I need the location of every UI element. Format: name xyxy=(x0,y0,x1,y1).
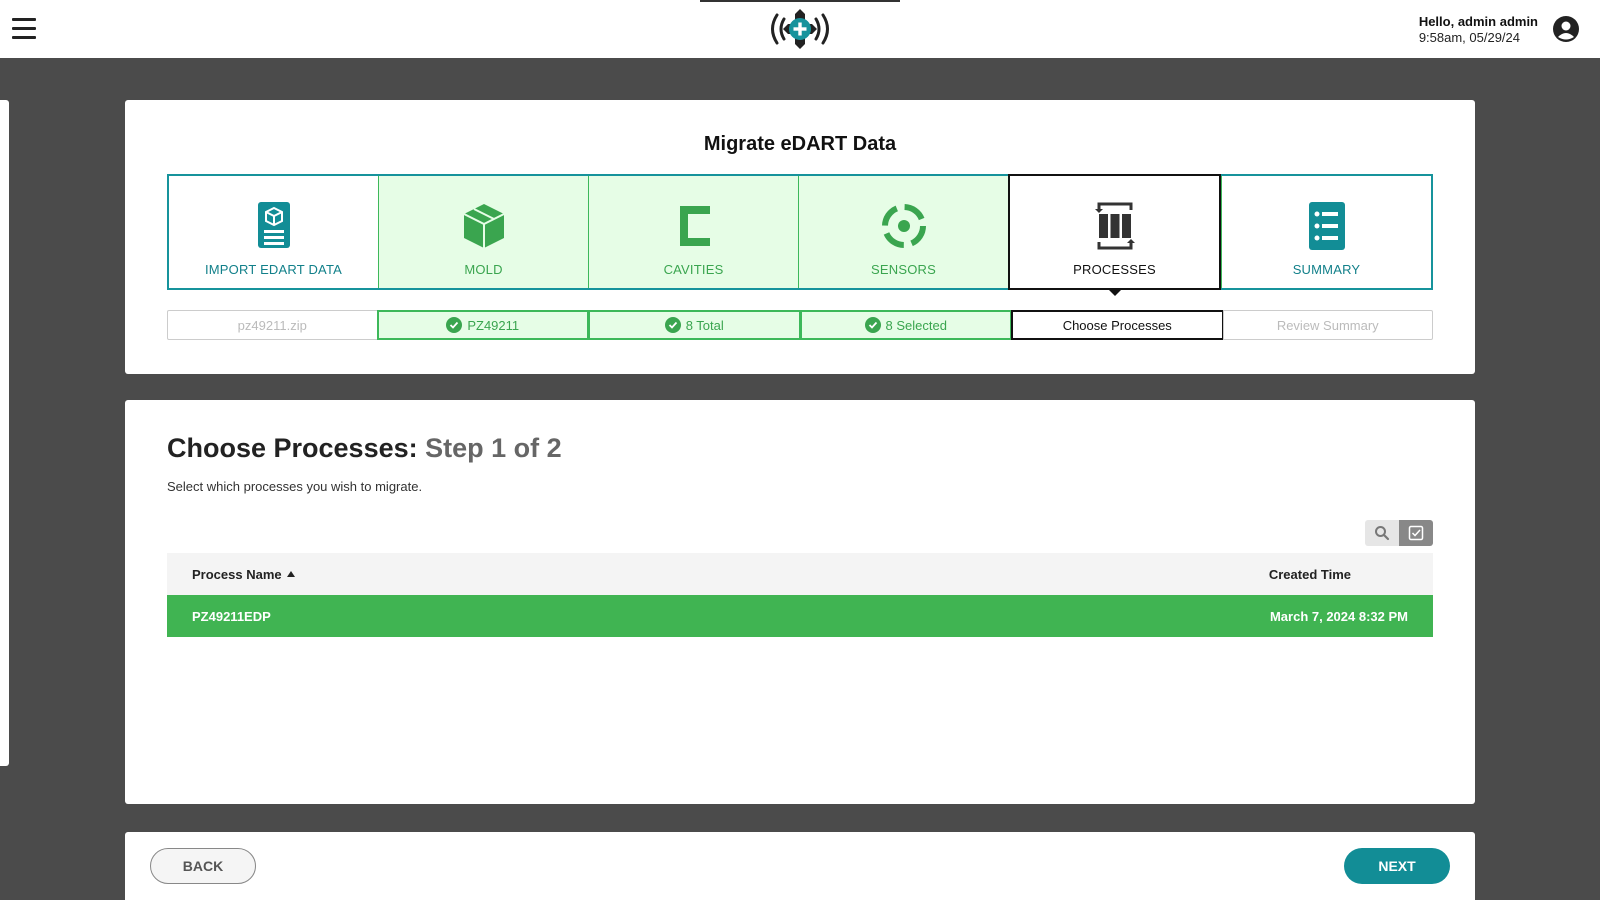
active-step-caret xyxy=(1108,290,1121,296)
search-icon xyxy=(1375,526,1390,541)
target-sensor-icon xyxy=(881,204,926,248)
step-sensors[interactable]: SENSORS xyxy=(798,176,1008,288)
table-header: Process Name Created Time xyxy=(167,553,1433,595)
step-cavities[interactable]: CAVITIES xyxy=(588,176,798,288)
wizard-title: Migrate eDART Data xyxy=(703,133,897,155)
check-circle-icon xyxy=(446,317,463,333)
process-table: Process Name Created Time PZ49211EDP Mar… xyxy=(167,553,1433,637)
top-bar: Hello, admin admin 9:58am, 05/29/24 xyxy=(0,0,1600,58)
hamburger-icon[interactable] xyxy=(12,18,36,40)
package-document-icon xyxy=(257,202,290,248)
step-processes[interactable]: PROCESSES xyxy=(1008,174,1221,296)
substep-sensors[interactable]: 8 Selected xyxy=(799,310,1012,340)
column-header-created-time[interactable]: Created Time xyxy=(1269,567,1351,582)
checkbox-icon xyxy=(1408,525,1424,541)
process-cycle-icon xyxy=(1094,202,1135,250)
substep-text: Choose Processes xyxy=(1062,317,1172,333)
step-mold[interactable]: MOLD xyxy=(378,176,588,288)
substep-text: 8 Total xyxy=(685,317,724,333)
step-import-edart-data[interactable]: IMPORT EDART DATA xyxy=(169,176,378,288)
user-greeting: Hello, admin admin 9:58am, 05/29/24 xyxy=(1419,14,1538,45)
substep-file: pz49211.zip xyxy=(167,310,378,340)
cavity-bracket-icon xyxy=(679,206,710,246)
cube-icon xyxy=(463,204,504,248)
cell-process-name: PZ49211EDP xyxy=(192,608,271,624)
section-description: Select which processes you wish to migra… xyxy=(167,479,423,494)
app-logo-icon[interactable] xyxy=(765,6,835,52)
select-all-button[interactable] xyxy=(1399,520,1433,546)
check-circle-icon xyxy=(664,317,681,333)
substep-mold[interactable]: PZ49211 xyxy=(376,310,589,340)
greeting-text: Hello, admin admin xyxy=(1418,14,1538,29)
wizard-substeps: pz49211.zip PZ49211 8 Total 8 Selected C… xyxy=(167,310,1433,340)
step-label: IMPORT EDART DATA xyxy=(204,262,343,277)
substep-text: PZ49211 xyxy=(467,317,520,333)
column-header-label: Process Name xyxy=(192,566,282,582)
cell-created-time: March 7, 2024 8:32 PM xyxy=(1269,608,1408,624)
step-label: SENSORS xyxy=(871,262,936,277)
datetime-text: 9:58am, 05/29/24 xyxy=(1418,30,1521,45)
substep-cavities[interactable]: 8 Total xyxy=(588,310,801,340)
step-summary[interactable]: SUMMARY xyxy=(1221,176,1431,288)
table-row[interactable]: PZ49211EDP March 7, 2024 8:32 PM xyxy=(167,595,1433,637)
column-header-process-name[interactable]: Process Name xyxy=(192,567,295,582)
step-label: SUMMARY xyxy=(1292,262,1361,277)
next-button[interactable]: NEXT xyxy=(1344,848,1450,884)
back-button[interactable]: BACK xyxy=(150,848,256,884)
substep-text: pz49211.zip xyxy=(237,317,307,333)
section-title-text: Choose Processes: xyxy=(167,433,418,463)
wizard-card: Migrate eDART Data IMPORT EDART DATA MOL… xyxy=(125,100,1475,374)
navigation-card: BACK NEXT xyxy=(125,832,1475,900)
step-label: MOLD xyxy=(464,262,503,277)
section-title: Choose Processes: Step 1 of 2 xyxy=(167,433,562,464)
substep-processes[interactable]: Choose Processes xyxy=(1011,310,1224,340)
search-button[interactable] xyxy=(1365,520,1399,546)
substep-text: 8 Selected xyxy=(885,317,947,333)
top-divider xyxy=(700,0,900,2)
side-panel-edge[interactable] xyxy=(0,100,9,766)
step-label: PROCESSES xyxy=(1073,262,1156,277)
substep-text: Review Summary xyxy=(1276,317,1379,333)
sort-ascending-icon xyxy=(286,571,295,577)
step-label: CAVITIES xyxy=(663,262,724,277)
table-toolbar xyxy=(1365,520,1433,546)
wizard-steps: IMPORT EDART DATA MOLD CAVITIES SENSORS xyxy=(167,174,1433,296)
substep-summary: Review Summary xyxy=(1222,310,1433,340)
step-indicator: Step 1 of 2 xyxy=(425,433,562,463)
list-summary-icon xyxy=(1308,202,1345,250)
check-circle-icon xyxy=(864,317,881,333)
processes-card: Choose Processes: Step 1 of 2 Select whi… xyxy=(125,400,1475,804)
user-circle-icon[interactable] xyxy=(1552,15,1580,43)
